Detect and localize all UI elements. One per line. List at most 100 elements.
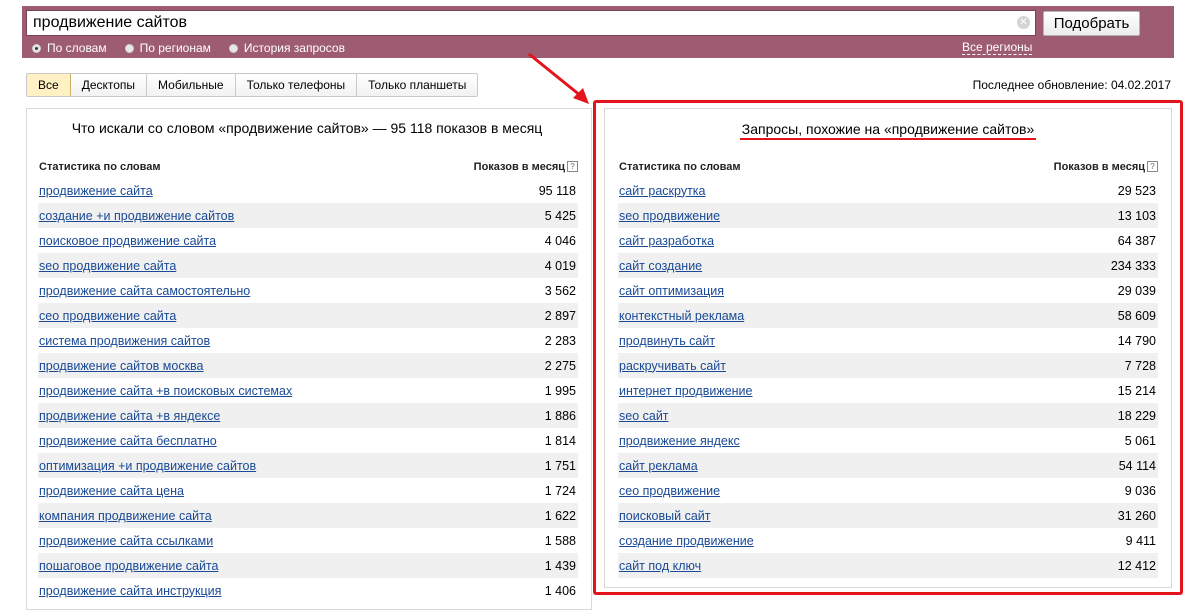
table-row: сайт разработка 64 387 xyxy=(618,228,1158,253)
mode-label: По словам xyxy=(47,41,107,55)
table-row: продвижение сайта ссылками 1 588 xyxy=(38,528,578,553)
impressions-count: 9 036 xyxy=(1124,483,1156,498)
device-tab[interactable]: Все xyxy=(27,74,71,96)
phrase-link[interactable]: поисковое продвижение сайта xyxy=(38,234,216,248)
table-row: продвижение сайта +в яндексе 1 886 xyxy=(38,403,578,428)
table-row: seo сайт 18 229 xyxy=(618,403,1158,428)
phrase-link[interactable]: продвинуть сайт xyxy=(618,334,715,348)
phrase-link[interactable]: поисковый сайт xyxy=(618,509,711,523)
phrase-link[interactable]: seo продвижение xyxy=(618,209,720,223)
phrase-link[interactable]: создание продвижение xyxy=(618,534,754,548)
col-count-label: Показов в месяц xyxy=(1053,161,1145,173)
impressions-count: 3 562 xyxy=(544,283,576,298)
radio-icon xyxy=(124,43,134,53)
phrase-link[interactable]: продвижение сайта бесплатно xyxy=(38,434,217,448)
table-row: продвижение сайта цена 1 724 xyxy=(38,478,578,503)
search-button[interactable]: Подобрать xyxy=(1043,11,1140,36)
impressions-count: 2 897 xyxy=(544,308,576,323)
impressions-count: 1 588 xyxy=(544,533,576,548)
table-row: сайт оптимизация 29 039 xyxy=(618,278,1158,303)
table-row: seo продвижение 13 103 xyxy=(618,203,1158,228)
right-panel-title-text: Запросы, похожие на «продвижение сайтов» xyxy=(739,121,1037,140)
mode-label: По регионам xyxy=(139,41,211,55)
phrase-link[interactable]: оптимизация +и продвижение сайтов xyxy=(38,459,256,473)
impressions-count: 2 275 xyxy=(544,358,576,373)
radio-icon xyxy=(228,43,238,53)
phrase-link[interactable]: продвижение сайта xyxy=(38,184,153,198)
phrase-link[interactable]: seo продвижение сайта xyxy=(38,259,176,273)
col-count-header: Показов в месяц? xyxy=(1054,161,1158,173)
help-icon[interactable]: ? xyxy=(1147,161,1158,172)
table-row: компания продвижение сайта 1 622 xyxy=(38,503,578,528)
search-band-notch xyxy=(1174,6,1196,58)
impressions-count: 14 790 xyxy=(1117,333,1156,348)
phrase-link[interactable]: сайт оптимизация xyxy=(618,284,724,298)
phrase-link[interactable]: интернет продвижение xyxy=(618,384,752,398)
phrase-link[interactable]: сео продвижение сайта xyxy=(38,309,176,323)
phrase-link[interactable]: контекстный реклама xyxy=(618,309,744,323)
device-tab[interactable]: Только планшеты xyxy=(357,74,477,96)
table-row: создание +и продвижение сайтов 5 425 xyxy=(38,203,578,228)
table-row: продвижение сайта самостоятельно 3 562 xyxy=(38,278,578,303)
right-panel: Запросы, похожие на «продвижение сайтов»… xyxy=(604,108,1172,588)
phrase-link[interactable]: продвижение сайта самостоятельно xyxy=(38,284,250,298)
device-tab[interactable]: Десктопы xyxy=(71,74,148,96)
phrase-link[interactable]: продвижение сайта цена xyxy=(38,484,184,498)
mode-by-words[interactable]: По словам xyxy=(32,41,107,55)
impressions-count: 29 523 xyxy=(1117,183,1156,198)
impressions-count: 95 118 xyxy=(538,183,576,198)
col-count-header: Показов в месяц? xyxy=(474,161,578,173)
device-tab[interactable]: Только телефоны xyxy=(236,74,358,96)
mode-history[interactable]: История запросов xyxy=(228,41,345,55)
phrase-link[interactable]: пошаговое продвижение сайта xyxy=(38,559,218,573)
impressions-count: 29 039 xyxy=(1117,283,1156,298)
mode-by-regions[interactable]: По регионам xyxy=(124,41,211,55)
arrow-icon xyxy=(528,52,589,104)
impressions-count: 5 425 xyxy=(544,208,576,223)
table-row: продвижение сайта инструкция 1 406 xyxy=(38,578,578,603)
table-row: сайт создание 234 333 xyxy=(618,253,1158,278)
table-row: продвижение сайта +в поисковых системах 1… xyxy=(38,378,578,403)
table-row: система продвижения сайтов 2 283 xyxy=(38,328,578,353)
phrase-link[interactable]: раскручивать сайт xyxy=(618,359,726,373)
impressions-count: 1 439 xyxy=(544,558,576,573)
phrase-link[interactable]: сео продвижение xyxy=(618,484,720,498)
right-table: сайт раскрутка 29 523 seo продвижение 13 10… xyxy=(618,178,1158,578)
impressions-count: 1 406 xyxy=(544,583,576,598)
phrase-link[interactable]: продвижение сайта ссылками xyxy=(38,534,213,548)
phrase-link[interactable]: система продвижения сайтов xyxy=(38,334,210,348)
impressions-count: 18 229 xyxy=(1117,408,1156,423)
phrase-link[interactable]: продвижение сайта инструкция xyxy=(38,584,221,598)
table-row: продвижение сайта бесплатно 1 814 xyxy=(38,428,578,453)
phrase-link[interactable]: сайт разработка xyxy=(618,234,714,248)
table-row: сайт под ключ 12 412 xyxy=(618,553,1158,578)
phrase-link[interactable]: продвижение сайта +в поисковых системах xyxy=(38,384,292,398)
search-mode-group: По словам По регионам История запросов xyxy=(32,40,363,56)
phrase-link[interactable]: продвижение сайта +в яндексе xyxy=(38,409,220,423)
table-row: интернет продвижение 15 214 xyxy=(618,378,1158,403)
phrase-link[interactable]: продвижение яндекс xyxy=(618,434,740,448)
phrase-link[interactable]: создание +и продвижение сайтов xyxy=(38,209,234,223)
clear-icon[interactable]: ✕ xyxy=(1017,16,1030,29)
impressions-count: 1 995 xyxy=(544,383,576,398)
mode-label: История запросов xyxy=(243,41,345,55)
phrase-link[interactable]: продвижение сайтов москва xyxy=(38,359,204,373)
all-regions-link[interactable]: Все регионы xyxy=(962,40,1033,55)
phrase-link[interactable]: сайт под ключ xyxy=(618,559,701,573)
table-row: сео продвижение 9 036 xyxy=(618,478,1158,503)
help-icon[interactable]: ? xyxy=(567,161,578,172)
left-panel: Что искали со словом «продвижение сайтов… xyxy=(26,108,592,610)
table-row: сайт раскрутка 29 523 xyxy=(618,178,1158,203)
left-panel-title: Что искали со словом «продвижение сайтов… xyxy=(71,120,543,136)
impressions-count: 13 103 xyxy=(1117,208,1156,223)
impressions-count: 5 061 xyxy=(1124,433,1156,448)
phrase-link[interactable]: компания продвижение сайта xyxy=(38,509,212,523)
impressions-count: 58 609 xyxy=(1117,308,1156,323)
phrase-link[interactable]: сайт создание xyxy=(618,259,702,273)
table-row: продвижение яндекс 5 061 xyxy=(618,428,1158,453)
search-input[interactable]: продвижение сайтов xyxy=(26,10,1036,36)
device-tab[interactable]: Мобильные xyxy=(147,74,236,96)
phrase-link[interactable]: seo сайт xyxy=(618,409,669,423)
phrase-link[interactable]: сайт реклама xyxy=(618,459,698,473)
phrase-link[interactable]: сайт раскрутка xyxy=(618,184,706,198)
